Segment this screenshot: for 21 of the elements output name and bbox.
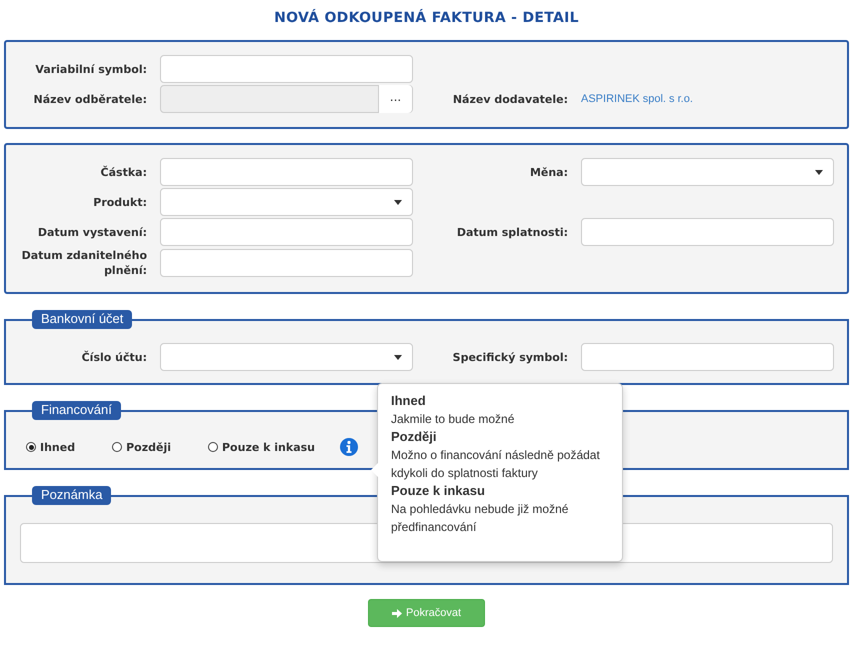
- tooltip-text: Jakmile to bude možné: [391, 411, 516, 428]
- panel-legend: Bankovní účet: [32, 310, 132, 329]
- field-label: Měna:: [528, 164, 568, 180]
- field-label: Název dodavatele:: [452, 92, 568, 106]
- tooltip-text: Na pohledávku nebude již možné předfinancování: [391, 501, 570, 536]
- tooltip-heading: Pouze k inkasu: [391, 482, 486, 500]
- tooltip-heading: Později: [391, 428, 438, 446]
- field-label: Název odběratele:: [32, 92, 147, 106]
- field-label: Datum splatnosti:: [456, 224, 568, 240]
- field-label: Číslo účtu:: [80, 350, 147, 364]
- field-label: Datum vystavení:: [36, 224, 147, 240]
- field-label: Produkt:: [92, 194, 147, 210]
- panel-legend: Financování: [32, 401, 121, 420]
- page-title: NOVÁ ODKOUPENÁ FAKTURA - DETAIL: [273, 10, 580, 26]
- field-label: Datum zdanitelného plnění:: [20, 248, 147, 278]
- tooltip-text: Možno o financování následně požádat kdykoli do splatnosti faktury: [391, 447, 601, 482]
- tooltip-heading: Ihned: [391, 392, 427, 410]
- panel-legend: Poznámka: [32, 486, 112, 505]
- field-label: Variabilní symbol:: [34, 62, 147, 76]
- field-label: Částka:: [100, 164, 147, 180]
- field-label: Specifický symbol:: [452, 350, 568, 364]
